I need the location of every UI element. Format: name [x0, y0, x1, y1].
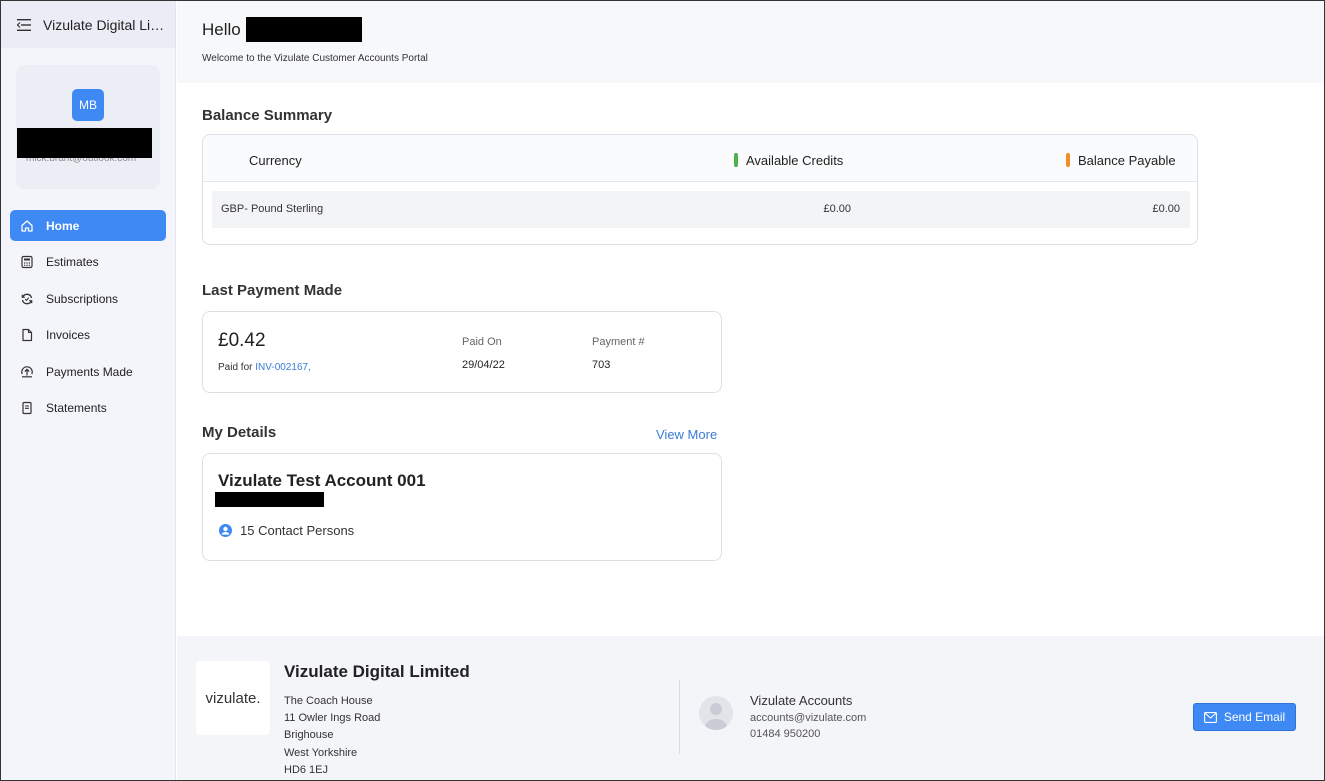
paid-on-label: Paid On [462, 336, 502, 348]
paid-for-label: Paid for [218, 362, 253, 373]
col-currency: Currency [249, 153, 302, 168]
address-line: West Yorkshire [284, 746, 358, 759]
company-logo: vizulate. [196, 661, 270, 735]
col-available-credits: Available Credits [734, 153, 843, 168]
user-placeholder-icon [705, 703, 727, 730]
last-payment-card: £0.42 Paid for INV-002167, Paid On 29/04… [202, 311, 722, 393]
balance-summary-title: Balance Summary [202, 107, 333, 124]
contact-persons[interactable]: 15 Contact Persons [219, 523, 354, 538]
greeting: Hello [202, 17, 362, 42]
col-balance-payable: Balance Payable [1066, 153, 1176, 168]
payment-amount: £0.42 [218, 330, 266, 351]
sidebar-item-payments-made[interactable]: Payments Made [10, 356, 166, 387]
send-email-button[interactable]: Send Email [1193, 703, 1296, 731]
sidebar-header: Vizulate Digital Limited [1, 1, 175, 48]
sidebar-item-label: Subscriptions [46, 291, 119, 306]
calculator-icon [21, 255, 33, 269]
my-details-title: My Details [202, 424, 277, 441]
contact-avatar [699, 696, 733, 730]
table-row: GBP- Pound Sterling £0.00 £0.00 [212, 191, 1190, 228]
sidebar-item-label: Payments Made [46, 364, 133, 379]
address-line: HD6 1EJ [284, 763, 329, 776]
sidebar-item-home[interactable]: Home [10, 210, 166, 241]
paid-for: Paid for INV-002167, [218, 362, 311, 373]
account-name: Vizulate Test Account 001 [218, 471, 426, 490]
row-currency: GBP- Pound Sterling [221, 203, 324, 215]
sidebar-item-subscriptions[interactable]: Subscriptions [10, 283, 166, 314]
menu-collapse-icon[interactable] [17, 18, 31, 31]
balance-summary-table: Currency Available Credits Balance Payab… [202, 134, 1198, 245]
greeting-text: Hello [202, 20, 241, 39]
credits-indicator [734, 153, 738, 167]
paid-on-date: 29/04/22 [462, 359, 505, 371]
upload-circle-icon [21, 365, 33, 377]
redacted-account-detail [215, 492, 324, 507]
address-line: The Coach House [284, 695, 373, 707]
row-balance-payable: £0.00 [1152, 203, 1180, 215]
address-line: Brighouse [284, 729, 334, 742]
sidebar-item-estimates[interactable]: Estimates [10, 247, 166, 278]
welcome-message: Welcome to the Vizulate Customer Account… [202, 53, 428, 64]
sidebar-item-label: Statements [46, 401, 107, 415]
profile-card[interactable]: MB mick.brant@outlook.com [16, 65, 160, 189]
mail-icon [1203, 711, 1217, 723]
footer-divider [679, 680, 680, 754]
contact-email[interactable]: accounts@vizulate.com [750, 712, 866, 724]
my-details-card: Vizulate Test Account 001 15 Contact Per… [202, 453, 722, 561]
payment-number-link[interactable]: 703 [592, 359, 610, 371]
last-payment-title: Last Payment Made [202, 282, 343, 299]
home-icon [21, 219, 33, 232]
document-icon [22, 328, 33, 342]
contact-phone[interactable]: 01484 950200 [750, 728, 820, 740]
org-name: Vizulate Digital Limited [43, 16, 165, 33]
welcome-header: Hello Welcome to the Vizulate Customer A… [177, 1, 1324, 83]
sidebar-item-label: Home [46, 218, 80, 233]
sidebar-nav: Home Estimates Subscriptions Invoices Pa… [10, 210, 166, 429]
row-available-credits: £0.00 [823, 203, 851, 215]
sidebar-item-invoices[interactable]: Invoices [10, 320, 166, 351]
sidebar-item-statements[interactable]: Statements [10, 393, 166, 424]
payable-indicator [1066, 153, 1070, 167]
refresh-icon [21, 293, 33, 304]
statement-icon [22, 401, 32, 415]
main-content: Hello Welcome to the Vizulate Customer A… [177, 1, 1324, 780]
sidebar-item-label: Estimates [46, 255, 99, 269]
redacted-user-name [17, 128, 152, 158]
redacted-customer-name [246, 17, 362, 42]
view-more-link[interactable]: View More [656, 427, 717, 442]
send-email-label: Send Email [1223, 710, 1286, 724]
sidebar-item-label: Invoices [46, 328, 91, 342]
company-name: Vizulate Digital Limited [284, 662, 470, 681]
contact-persons-label: 15 Contact Persons [240, 523, 355, 538]
address-line: 11 Owler Ings Road [284, 712, 381, 725]
sidebar: Vizulate Digital Limited MB mick.brant@o… [1, 1, 176, 780]
app-window: Vizulate Digital Limited MB mick.brant@o… [0, 0, 1325, 781]
payment-number-label: Payment # [592, 336, 645, 348]
footer: vizulate. Vizulate Digital Limited The C… [177, 636, 1324, 780]
company-address: The Coach House 11 Owler Ings Road Brigh… [284, 693, 380, 779]
contact-name: Vizulate Accounts [750, 693, 853, 708]
invoice-link[interactable]: INV-002167, [255, 362, 311, 373]
person-icon [219, 524, 232, 537]
table-header: Currency Available Credits Balance Payab… [203, 135, 1197, 182]
avatar: MB [72, 89, 104, 121]
